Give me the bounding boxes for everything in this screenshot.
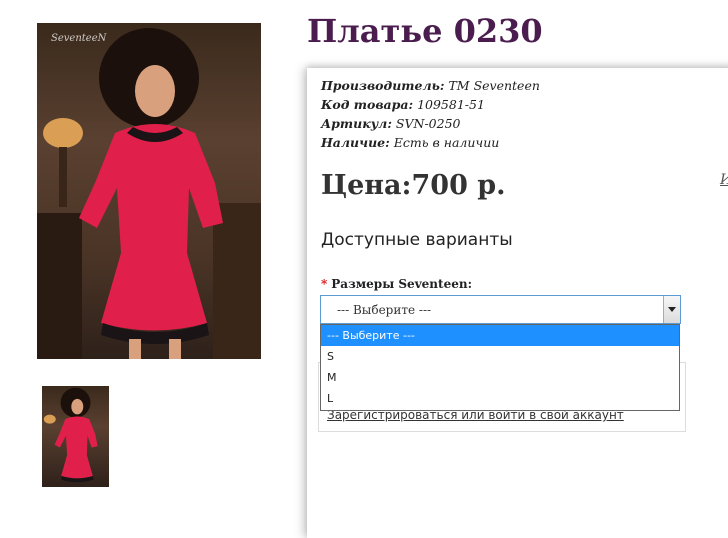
- size-option-s[interactable]: S: [321, 346, 679, 367]
- size-select-value: --- Выберите ---: [337, 303, 432, 317]
- size-option-m[interactable]: M: [321, 367, 679, 388]
- product-thumbnail[interactable]: [42, 386, 109, 487]
- chevron-down-icon[interactable]: [663, 296, 680, 323]
- meta-product-code: Код товара: 109581-51: [321, 97, 485, 112]
- dress-photo-illustration: [37, 28, 261, 359]
- product-meta: Производитель: TM Seventeen Код товара: …: [321, 76, 540, 152]
- size-option-l[interactable]: L: [321, 388, 679, 409]
- photo-watermark: SeventeeN: [51, 33, 107, 44]
- variants-heading: Доступные варианты: [321, 230, 513, 250]
- meta-availability: Наличие: Есть в наличии: [321, 135, 500, 150]
- thumbnail-illustration: [43, 387, 98, 483]
- product-title: Платье 0230: [307, 12, 543, 50]
- size-label: * Размеры Seventeen:: [321, 277, 472, 291]
- required-mark: *: [321, 277, 328, 291]
- product-price: Цена:700 р.: [321, 170, 506, 201]
- meta-article: Артикул: SVN-0250: [321, 116, 461, 131]
- meta-manufacturer: Производитель: TM Seventeen: [321, 78, 540, 93]
- size-select[interactable]: --- Выберите ---: [320, 295, 681, 324]
- size-dropdown-list: --- Выберите --- S M L: [320, 324, 680, 411]
- wishlist-link-partial[interactable]: И: [720, 172, 728, 188]
- size-option-placeholder[interactable]: --- Выберите ---: [321, 325, 679, 346]
- main-product-photo[interactable]: SeventeeN: [37, 23, 261, 359]
